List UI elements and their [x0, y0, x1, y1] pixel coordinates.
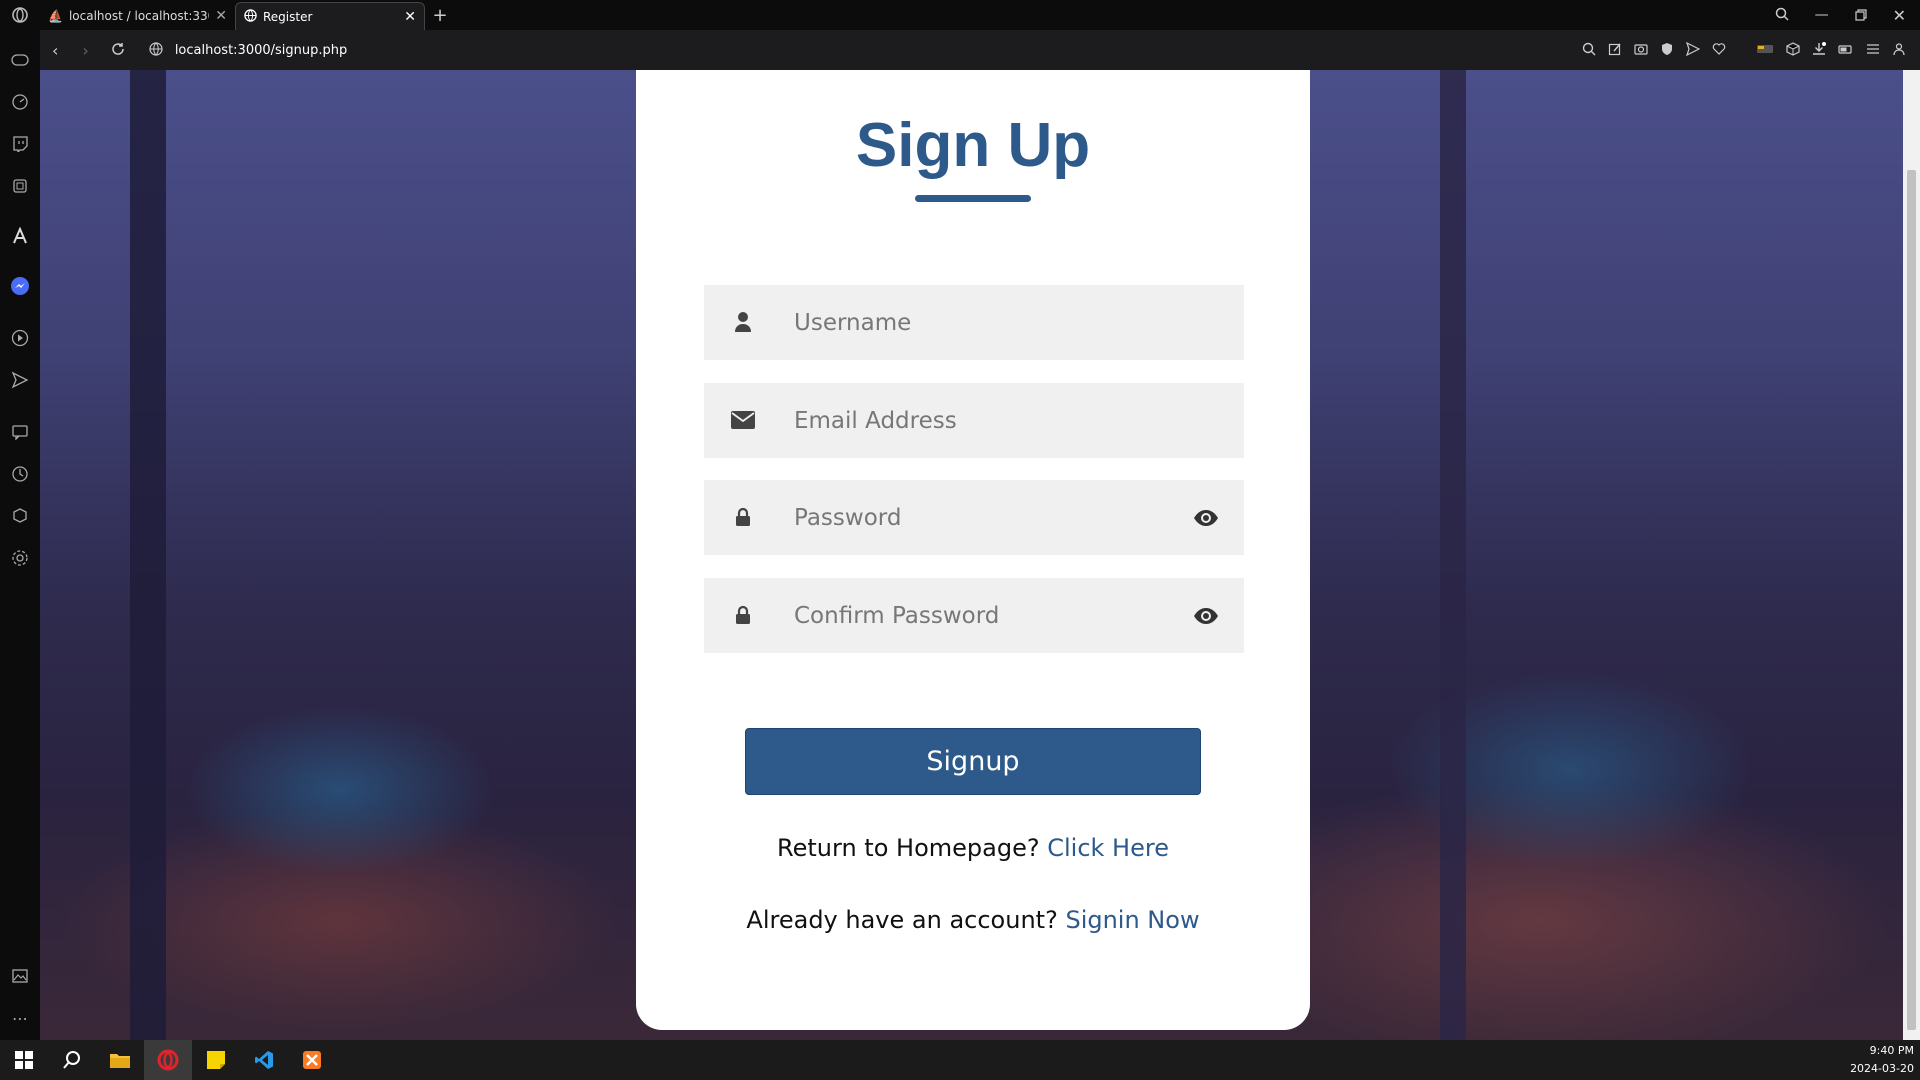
download-icon[interactable] [1812, 41, 1826, 60]
profile-icon[interactable] [1892, 41, 1906, 60]
wallpaper-icon[interactable] [8, 964, 32, 988]
page-viewport: Sign Up Username Email Address Signup Re… [40, 70, 1903, 1040]
signup-button[interactable]: Signup [745, 728, 1201, 795]
tab-register[interactable]: Register ✕ [235, 2, 425, 30]
player-icon[interactable] [8, 326, 32, 350]
signin-line: Already have an account? Signin Now [636, 906, 1310, 934]
show-password-eye-icon[interactable] [1192, 504, 1220, 532]
restore-icon[interactable] [1854, 6, 1867, 25]
close-tab-icon[interactable]: ✕ [404, 9, 416, 25]
tab-label: Register [263, 9, 313, 24]
close-window-icon[interactable]: ✕ [1893, 6, 1906, 25]
extensions-icon[interactable] [8, 504, 32, 528]
aria-icon[interactable] [8, 224, 32, 248]
background-pole [1440, 70, 1466, 1040]
reload-icon[interactable] [111, 41, 125, 60]
file-explorer-icon[interactable] [96, 1040, 144, 1080]
browser-tab-bar: ⛵ localhost / localhost:3307 / ✕ Registe… [0, 0, 1920, 30]
clock-date: 2024-03-20 [1850, 1062, 1914, 1075]
battery-icon[interactable] [1838, 41, 1854, 60]
user-icon [730, 307, 756, 337]
system-clock[interactable]: 9:40 PM 2024-03-20 [1850, 1042, 1914, 1078]
scrollbar-thumb[interactable] [1907, 170, 1916, 1030]
forward-icon[interactable]: › [82, 41, 88, 60]
speed-dial-icon[interactable] [8, 90, 32, 114]
signin-link[interactable]: Signin Now [1065, 906, 1199, 934]
envelope-icon [730, 405, 756, 435]
messenger-icon[interactable] [8, 274, 32, 298]
history-icon[interactable] [8, 462, 32, 486]
tab-islands-icon[interactable] [8, 174, 32, 198]
username-input[interactable] [794, 285, 1194, 360]
settings-icon[interactable] [8, 546, 32, 570]
lock-icon [730, 502, 756, 532]
camera-icon[interactable] [1634, 41, 1648, 60]
homepage-line: Return to Homepage? Click Here [636, 834, 1310, 862]
shield-icon[interactable] [1660, 41, 1674, 60]
homepage-text: Return to Homepage? [777, 834, 1040, 862]
email-field [704, 383, 1244, 458]
flow-icon[interactable] [8, 368, 32, 392]
browser-toolbar: ‹ › localhost:3000/signup.php [40, 30, 1920, 70]
clock-time: 9:40 PM [1869, 1044, 1914, 1057]
search-icon[interactable] [48, 1040, 96, 1080]
show-confirm-password-eye-icon[interactable] [1192, 602, 1220, 630]
xampp-icon[interactable] [288, 1040, 336, 1080]
password-field [704, 480, 1244, 555]
send-icon[interactable] [1685, 41, 1701, 60]
email-input[interactable] [794, 383, 1194, 458]
address-bar[interactable]: localhost:3000/signup.php [175, 43, 347, 58]
site-info-icon[interactable] [149, 41, 163, 60]
vscode-icon[interactable] [240, 1040, 288, 1080]
back-icon[interactable]: ‹ [52, 41, 58, 60]
easy-setup-icon[interactable] [1866, 41, 1880, 60]
phpmyadmin-favicon-icon: ⛵ [48, 9, 63, 23]
globe-favicon-icon [244, 8, 257, 25]
zoom-icon[interactable] [1582, 41, 1596, 60]
heart-icon[interactable] [1712, 41, 1726, 60]
tab-label: localhost / localhost:3307 / [68, 9, 209, 23]
windows-taskbar [0, 1040, 1920, 1080]
page-title: Sign Up [855, 111, 1091, 180]
minimize-icon[interactable]: — [1815, 7, 1829, 23]
browser-sidebar: ⋯ [0, 30, 40, 1040]
twitch-icon[interactable] [8, 132, 32, 156]
wallet-icon[interactable] [1756, 41, 1774, 60]
sticky-notes-icon[interactable] [192, 1040, 240, 1080]
homepage-link[interactable]: Click Here [1047, 834, 1169, 862]
close-tab-icon[interactable]: ✕ [215, 8, 227, 24]
more-icon[interactable]: ⋯ [8, 1006, 32, 1030]
chat-icon[interactable] [8, 420, 32, 444]
password-input[interactable] [794, 480, 1194, 555]
confirm-password-field [704, 578, 1244, 653]
windows-start-icon[interactable] [0, 1040, 48, 1080]
page-scrollbar[interactable] [1903, 70, 1920, 1040]
lock-icon [730, 600, 756, 630]
opera-taskbar-icon[interactable] [144, 1040, 192, 1080]
title-underline [915, 195, 1031, 202]
tab-search-icon[interactable] [1775, 6, 1789, 25]
game-controller-icon[interactable] [8, 48, 32, 72]
signup-card: Sign Up Username Email Address Signup Re… [636, 70, 1310, 1030]
background-palm-trunk [130, 70, 166, 1040]
username-field [704, 285, 1244, 360]
confirm-password-input[interactable] [794, 578, 1194, 653]
tab-phpmyadmin[interactable]: ⛵ localhost / localhost:3307 / ✕ [40, 2, 235, 30]
account-text: Already have an account? [746, 906, 1058, 934]
edit-icon[interactable] [1608, 41, 1622, 60]
box-icon[interactable] [1786, 41, 1800, 60]
